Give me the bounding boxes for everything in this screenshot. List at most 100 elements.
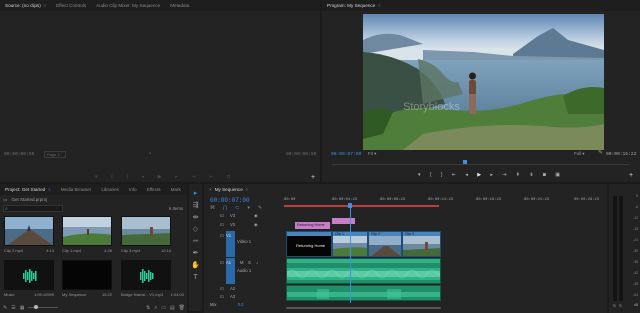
hand-tool-icon[interactable]: ✋	[191, 261, 200, 270]
icon-view-icon[interactable]: ▦	[20, 305, 25, 311]
tab-menu-icon[interactable]: ≡	[48, 187, 50, 192]
mark-out-icon[interactable]: {	[111, 174, 113, 180]
timeline-hscroll-thumb[interactable]	[286, 307, 441, 309]
video-clip-returning-home[interactable]: Returning Home	[286, 231, 332, 257]
tab-menu-icon[interactable]: ≡	[378, 3, 380, 8]
track-label-v1[interactable]: V1	[226, 233, 231, 238]
program-timecode[interactable]: 00:00:07:00	[331, 152, 361, 157]
marker-icon[interactable]: ▾	[247, 205, 250, 211]
tab-effect-controls[interactable]: Effect Controls	[51, 0, 91, 11]
project-item-sequence[interactable]	[62, 260, 112, 290]
tab-info[interactable]: Info	[124, 184, 142, 195]
program-wrench-icon[interactable]: ✎	[598, 150, 603, 156]
tab-metadata[interactable]: Metadata	[165, 0, 194, 11]
lock-icon[interactable]: ⊡	[220, 233, 224, 238]
compare-icon[interactable]: ▣	[555, 172, 560, 179]
mix-value[interactable]: 0.0	[238, 302, 244, 307]
overwrite-icon[interactable]: ⇤	[209, 174, 213, 180]
tab-effects[interactable]: Effects	[142, 184, 166, 195]
nest-icon[interactable]: ⌘	[210, 205, 215, 211]
adjustment-clip[interactable]	[332, 218, 355, 224]
solo-button[interactable]: S	[248, 260, 251, 265]
goto-in-icon[interactable]: ⇤	[452, 172, 456, 179]
tab-markers[interactable]: Mark	[166, 184, 186, 195]
program-quality-dropdown[interactable]: Full ▾	[574, 151, 585, 157]
close-icon[interactable]: ×	[209, 187, 212, 192]
program-fit-dropdown[interactable]: Fit ▾	[368, 151, 376, 157]
pencil-icon[interactable]: ✎	[3, 305, 7, 311]
lock-icon[interactable]: ⊡	[220, 286, 224, 291]
mark-in-bracket-icon[interactable]: {	[430, 172, 432, 179]
play-icon[interactable]: ▶	[477, 172, 481, 179]
project-item-music[interactable]	[4, 260, 54, 290]
mark-in-icon[interactable]: ▾	[418, 172, 421, 179]
lock-icon[interactable]: ⊡	[220, 260, 224, 265]
mic-icon[interactable]: ♪	[256, 260, 258, 265]
zoom-slider-handle[interactable]	[34, 305, 39, 309]
lock-icon[interactable]: ⊡	[220, 222, 224, 227]
extract-icon[interactable]: ⇟	[529, 172, 533, 179]
camera-icon[interactable]: ◙	[543, 172, 546, 179]
timeline-timecode[interactable]: 00:00:07:00	[210, 197, 250, 204]
source-timecode[interactable]: 00;00;00;00	[4, 152, 34, 157]
timeline-hscroll[interactable]	[286, 306, 601, 310]
linked-selection-icon[interactable]: ⊂	[235, 205, 239, 211]
folder-icon[interactable]: ▭	[161, 305, 166, 311]
timeline-ruler[interactable]: 00:00 00:00:04:23 00:00:09:23 00:00:14:2…	[284, 196, 601, 210]
insert-icon[interactable]: ⇥	[191, 174, 195, 180]
source-wrench-icon[interactable]: ▪	[149, 151, 151, 157]
new-item-icon[interactable]: ▤	[170, 305, 175, 311]
tab-menu-icon[interactable]: ≡	[44, 3, 46, 8]
project-item-clip1[interactable]	[62, 216, 112, 246]
program-add-icon[interactable]: +	[629, 172, 633, 179]
solo-left-button[interactable]: S	[613, 303, 616, 308]
video-clip-clip3[interactable]: Clip 3	[402, 231, 441, 257]
text-tool-icon[interactable]: T	[191, 273, 200, 282]
mute-button[interactable]: M	[240, 260, 244, 265]
source-add-icon[interactable]: +	[311, 174, 315, 181]
solo-right-button[interactable]: S	[619, 303, 622, 308]
source-page-dropdown[interactable]: Page 1	[44, 151, 66, 158]
pen-tool-icon[interactable]: ✒	[191, 249, 200, 258]
step-forward-icon[interactable]: ▸	[490, 172, 493, 179]
project-item-narration[interactable]	[121, 260, 171, 290]
export-frame-icon[interactable]: ◘	[227, 174, 230, 180]
step-back-icon[interactable]: ◂	[465, 172, 468, 179]
razor-tool-icon[interactable]: ◇	[191, 225, 200, 234]
tab-menu-icon[interactable]: ≡	[246, 187, 248, 192]
project-item-clip2[interactable]	[4, 216, 54, 246]
mark-out-bracket-icon[interactable]: }	[441, 172, 443, 179]
eye-icon[interactable]: ◉	[254, 213, 258, 218]
tab-program[interactable]: Program: My Sequence ≡	[322, 0, 386, 11]
goto-out-icon[interactable]: ⇥	[502, 172, 506, 179]
eye-icon[interactable]: ◉	[254, 222, 258, 227]
track-select-tool-icon[interactable]: ⇶	[191, 201, 200, 210]
tab-audio-clip-mixer[interactable]: Audio Clip Mixer: My Sequence	[91, 0, 165, 11]
program-playhead[interactable]	[463, 160, 467, 164]
lift-icon[interactable]: ⇞	[516, 172, 520, 179]
track-label-a3[interactable]: A3	[230, 294, 235, 299]
snap-icon[interactable]: ⋂	[223, 205, 227, 211]
video-clip-clip2[interactable]: Clip 2	[368, 231, 402, 257]
search-icon[interactable]: ⌕	[154, 305, 157, 311]
track-label-a2[interactable]: A2	[230, 286, 235, 291]
step-forward-icon[interactable]: ▸	[175, 174, 178, 180]
zoom-slider[interactable]	[28, 305, 59, 309]
list-view-icon[interactable]: ☰	[11, 305, 15, 311]
track-label-v3[interactable]: V3	[230, 213, 235, 218]
lock-icon[interactable]: ⊡	[220, 294, 224, 299]
tab-source[interactable]: Source: (no clips) ≡	[0, 0, 51, 11]
program-scrub-bar[interactable]	[332, 160, 630, 165]
ripple-edit-tool-icon[interactable]: ⇹	[191, 213, 200, 222]
play-icon[interactable]: ▶	[158, 174, 162, 180]
mark-in-icon[interactable]: ▾	[95, 174, 98, 180]
lock-icon[interactable]: ⊡	[220, 213, 224, 218]
step-back-icon[interactable]: ◂	[142, 174, 145, 180]
audio-clip-a1[interactable]	[286, 258, 441, 284]
track-label-a1[interactable]: A1	[226, 260, 231, 265]
trash-icon[interactable]: 🗑	[179, 305, 185, 311]
project-search-input[interactable]: ⌕	[3, 205, 63, 212]
selection-tool-icon[interactable]: ▸	[191, 189, 200, 198]
track-label-v2[interactable]: V2	[230, 222, 235, 227]
sort-icon[interactable]: ⇅	[146, 305, 150, 311]
